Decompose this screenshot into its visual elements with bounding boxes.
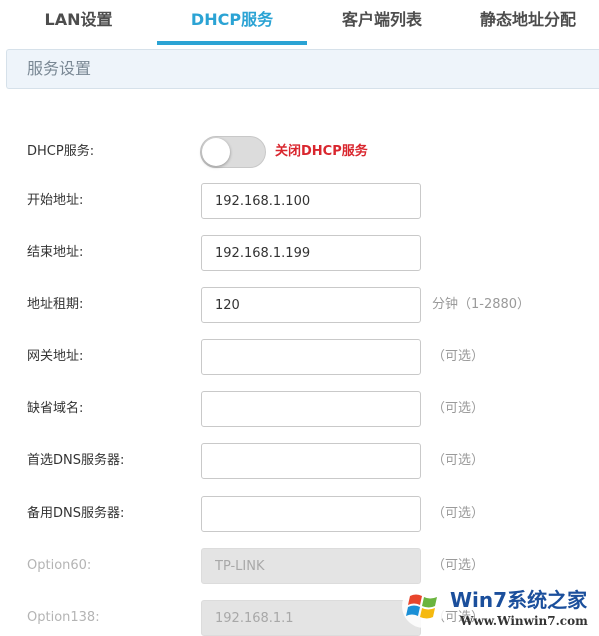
active-tab-indicator [157,41,307,45]
lease-time-hint: 分钟（1-2880） [432,297,531,312]
end-address-row: 结束地址: [0,235,599,271]
option138-input [201,600,421,636]
dhcp-service-label: DHCP服务: [27,144,95,159]
start-address-input[interactable] [201,183,421,219]
start-address-label: 开始地址: [27,193,84,208]
section-header: 服务设置 [6,49,599,89]
gateway-input[interactable] [201,339,421,375]
tab-lan-settings[interactable]: LAN设置 [0,0,157,44]
watermark-title: Win7系统之家 [450,588,588,612]
end-address-input[interactable] [201,235,421,271]
gateway-row: 网关地址: （可选） [0,339,599,375]
start-address-row: 开始地址: [0,183,599,219]
secondary-dns-input[interactable] [201,496,421,532]
lease-time-input[interactable] [201,287,421,323]
primary-dns-row: 首选DNS服务器: （可选） [0,443,599,479]
primary-dns-input[interactable] [201,443,421,479]
default-domain-hint: （可选） [432,401,485,416]
primary-dns-hint: （可选） [432,453,485,468]
secondary-dns-label: 备用DNS服务器: [27,506,125,521]
secondary-dns-hint: （可选） [432,506,485,521]
tab-dhcp-service[interactable]: DHCP服务 [157,0,307,44]
end-address-label: 结束地址: [27,245,84,260]
tab-client-list[interactable]: 客户端列表 [307,0,457,44]
default-domain-label: 缺省域名: [27,401,84,416]
watermark: Win7系统之家 Www.Winwin7.com [400,578,599,636]
option60-label: Option60: [27,558,92,573]
option60-input [201,548,421,584]
dhcp-settings-page: LAN设置 DHCP服务 客户端列表 静态地址分配 服务设置 DHCP服务: 关… [0,0,599,636]
secondary-dns-row: 备用DNS服务器: （可选） [0,496,599,532]
tab-bar: LAN设置 DHCP服务 客户端列表 静态地址分配 [0,0,599,45]
option138-label: Option138: [27,610,100,625]
lease-time-row: 地址租期: 分钟（1-2880） [0,287,599,323]
dhcp-status-text: 关闭DHCP服务 [275,144,368,159]
gateway-label: 网关地址: [27,349,84,364]
primary-dns-label: 首选DNS服务器: [27,453,125,468]
tab-static-address[interactable]: 静态地址分配 [457,0,599,44]
section-title: 服务设置 [27,59,92,78]
watermark-url: Www.Winwin7.com [460,614,588,628]
toggle-knob [202,138,230,166]
default-domain-row: 缺省域名: （可选） [0,391,599,427]
default-domain-input[interactable] [201,391,421,427]
gateway-hint: （可选） [432,349,485,364]
windows-flag-logo-icon [402,584,446,628]
lease-time-label: 地址租期: [27,297,84,312]
dhcp-service-toggle[interactable] [200,136,266,168]
